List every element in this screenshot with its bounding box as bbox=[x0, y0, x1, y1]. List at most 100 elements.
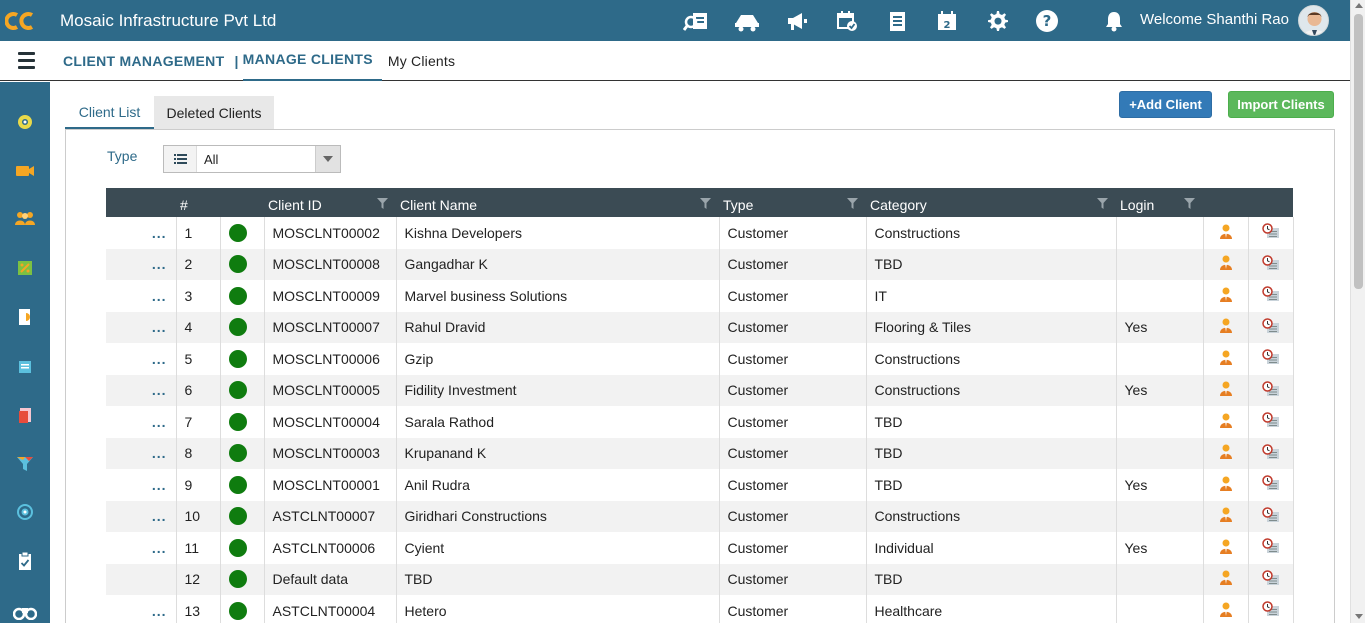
leaf-icon[interactable] bbox=[0, 253, 50, 283]
contact-person-icon[interactable] bbox=[1203, 280, 1249, 312]
row-menu-button[interactable]: ... bbox=[106, 406, 177, 438]
history-icon[interactable] bbox=[1248, 500, 1294, 532]
table-row[interactable]: ... 2 MOSCLNT00008 Gangadhar K Customer … bbox=[106, 248, 1294, 280]
filter-icon[interactable] bbox=[1097, 196, 1108, 212]
table-row[interactable]: ... 13 ASTCLNT00004 Hetero Customer Heal… bbox=[106, 595, 1294, 623]
calendar-2-icon[interactable]: 2 bbox=[922, 0, 972, 41]
chevron-down-icon[interactable] bbox=[315, 146, 340, 172]
funnel-icon[interactable] bbox=[0, 449, 50, 479]
contact-person-icon[interactable] bbox=[1203, 311, 1249, 343]
binoculars-icon[interactable] bbox=[0, 597, 50, 623]
filter-icon[interactable] bbox=[1184, 196, 1195, 212]
avatar[interactable] bbox=[1298, 5, 1329, 36]
scroll-thumb[interactable] bbox=[1354, 14, 1363, 289]
history-icon[interactable] bbox=[1248, 280, 1294, 312]
table-row[interactable]: ... 1 MOSCLNT00002 Kishna Developers Cus… bbox=[106, 217, 1294, 249]
breadcrumb-client-management[interactable]: CLIENT MANAGEMENT bbox=[63, 53, 224, 69]
history-icon[interactable] bbox=[1248, 469, 1294, 501]
scroll-up-icon[interactable] bbox=[1355, 3, 1363, 8]
col-header-client-name[interactable]: Client Name bbox=[396, 188, 719, 217]
help-icon[interactable]: ? bbox=[1022, 0, 1072, 41]
contact-person-icon[interactable] bbox=[1203, 532, 1249, 564]
notes-icon[interactable] bbox=[0, 352, 50, 382]
row-menu-button[interactable]: ... bbox=[106, 500, 177, 532]
scroll-down-icon[interactable] bbox=[1355, 614, 1363, 619]
col-header-client-id[interactable]: Client ID bbox=[264, 188, 396, 217]
col-header-category[interactable]: Category bbox=[866, 188, 1116, 217]
history-icon[interactable] bbox=[1248, 406, 1294, 438]
row-menu-button[interactable]: ... bbox=[106, 311, 177, 343]
row-client-name[interactable]: Sarala Rathod bbox=[396, 406, 720, 438]
hamburger-menu-icon[interactable] bbox=[0, 41, 52, 81]
row-client-name[interactable]: Anil Rudra bbox=[396, 469, 720, 501]
row-client-name[interactable]: Giridhari Constructions bbox=[396, 500, 720, 532]
contact-person-icon[interactable] bbox=[1203, 437, 1249, 469]
breadcrumb-my-clients[interactable]: My Clients bbox=[388, 53, 455, 69]
video-icon[interactable] bbox=[0, 156, 50, 186]
col-header-type[interactable]: Type bbox=[719, 188, 866, 217]
import-clients-button[interactable]: Import Clients bbox=[1228, 91, 1334, 118]
tab-deleted-clients[interactable]: Deleted Clients bbox=[154, 96, 274, 129]
table-row[interactable]: ... 11 ASTCLNT00006 Cyient Customer Indi… bbox=[106, 532, 1294, 564]
delivery-truck-icon[interactable] bbox=[722, 0, 772, 41]
filter-icon[interactable] bbox=[700, 196, 711, 212]
row-menu-button[interactable]: ... bbox=[106, 374, 177, 406]
history-icon[interactable] bbox=[1248, 563, 1294, 595]
row-client-name[interactable]: Marvel business Solutions bbox=[396, 280, 720, 312]
row-client-name[interactable]: Gzip bbox=[396, 343, 720, 375]
contact-person-icon[interactable] bbox=[1203, 374, 1249, 406]
contact-person-icon[interactable] bbox=[1203, 406, 1249, 438]
history-icon[interactable] bbox=[1248, 311, 1294, 343]
row-client-name[interactable]: Cyient bbox=[396, 532, 720, 564]
ledger-icon[interactable] bbox=[872, 0, 922, 41]
contact-person-icon[interactable] bbox=[1203, 469, 1249, 501]
col-header-login[interactable]: Login bbox=[1116, 188, 1203, 217]
contact-person-icon[interactable] bbox=[1203, 217, 1249, 249]
dashboard-icon[interactable] bbox=[0, 107, 50, 137]
contact-person-icon[interactable] bbox=[1203, 248, 1249, 280]
megaphone-icon[interactable] bbox=[772, 0, 822, 41]
users-icon[interactable] bbox=[0, 203, 50, 233]
table-row[interactable]: ... 3 MOSCLNT00009 Marvel business Solut… bbox=[106, 280, 1294, 312]
type-filter-select[interactable]: All bbox=[163, 145, 341, 173]
row-menu-button[interactable]: ... bbox=[106, 217, 177, 249]
tab-client-list[interactable]: Client List bbox=[65, 96, 154, 129]
row-client-name[interactable]: Rahul Dravid bbox=[396, 311, 720, 343]
table-row[interactable]: ... 6 MOSCLNT00005 Fidility Investment C… bbox=[106, 374, 1294, 406]
calendar-check-icon[interactable] bbox=[822, 0, 872, 41]
table-row[interactable]: ... 7 MOSCLNT00004 Sarala Rathod Custome… bbox=[106, 406, 1294, 438]
row-client-name[interactable]: Krupanand K bbox=[396, 437, 720, 469]
bell-icon[interactable] bbox=[1089, 0, 1139, 41]
contact-person-icon[interactable] bbox=[1203, 343, 1249, 375]
add-client-button[interactable]: +Add Client bbox=[1119, 91, 1212, 118]
row-menu-button[interactable] bbox=[106, 563, 177, 595]
row-menu-button[interactable]: ... bbox=[106, 280, 177, 312]
row-client-name[interactable]: Kishna Developers bbox=[396, 217, 720, 249]
row-menu-button[interactable]: ... bbox=[106, 248, 177, 280]
contact-person-icon[interactable] bbox=[1203, 500, 1249, 532]
history-icon[interactable] bbox=[1248, 532, 1294, 564]
history-icon[interactable] bbox=[1248, 374, 1294, 406]
table-row[interactable]: ... 8 MOSCLNT00003 Krupanand K Customer … bbox=[106, 437, 1294, 469]
table-row[interactable]: ... 10 ASTCLNT00007 Giridhari Constructi… bbox=[106, 500, 1294, 532]
history-icon[interactable] bbox=[1248, 437, 1294, 469]
table-row[interactable]: ... 9 MOSCLNT00001 Anil Rudra Customer T… bbox=[106, 469, 1294, 501]
gear-icon[interactable] bbox=[972, 0, 1022, 41]
oc-logo[interactable] bbox=[0, 0, 42, 41]
table-row[interactable]: 12 Default data TBD Customer TBD bbox=[106, 563, 1294, 595]
row-menu-button[interactable]: ... bbox=[106, 437, 177, 469]
row-menu-button[interactable]: ... bbox=[106, 469, 177, 501]
table-row[interactable]: ... 4 MOSCLNT00007 Rahul Dravid Customer… bbox=[106, 311, 1294, 343]
row-menu-button[interactable]: ... bbox=[106, 343, 177, 375]
book-icon[interactable] bbox=[0, 400, 50, 430]
row-menu-button[interactable]: ... bbox=[106, 532, 177, 564]
row-client-name[interactable]: Fidility Investment bbox=[396, 374, 720, 406]
vertical-scrollbar[interactable] bbox=[1350, 0, 1365, 623]
table-row[interactable]: ... 5 MOSCLNT00006 Gzip Customer Constru… bbox=[106, 343, 1294, 375]
history-icon[interactable] bbox=[1248, 343, 1294, 375]
row-client-name[interactable]: Gangadhar K bbox=[396, 248, 720, 280]
target-icon[interactable] bbox=[0, 497, 50, 527]
report-icon[interactable] bbox=[0, 302, 50, 332]
row-client-name[interactable]: TBD bbox=[396, 563, 720, 595]
history-icon[interactable] bbox=[1248, 217, 1294, 249]
